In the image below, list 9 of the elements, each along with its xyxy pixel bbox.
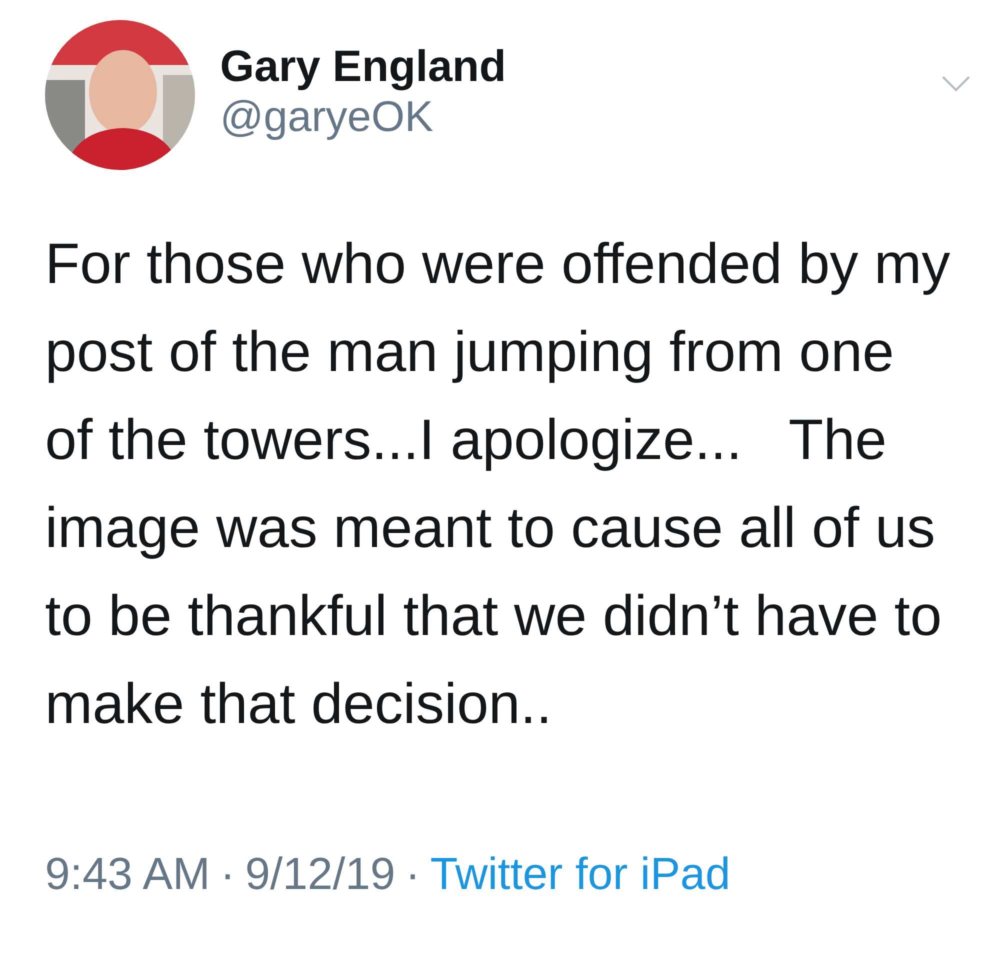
separator-dot: · — [220, 848, 236, 900]
author-name: Gary England — [220, 42, 508, 92]
chevron-down-icon[interactable] — [942, 76, 970, 92]
source-link[interactable]: Twitter for iPad — [430, 848, 730, 900]
tweet-text: For those who were offended by my post of the man jumping from one of the towers...I apologize... The image was meant to cause all of us to be thankful that we didn’t have to make that decision.. — [45, 231, 952, 738]
separator-dot: · — [405, 848, 420, 900]
tweet-date: 9/12/19 — [245, 848, 396, 900]
tweet-time: 9:43 AM — [45, 848, 210, 900]
author-handle: @garyeOK — [220, 92, 434, 142]
